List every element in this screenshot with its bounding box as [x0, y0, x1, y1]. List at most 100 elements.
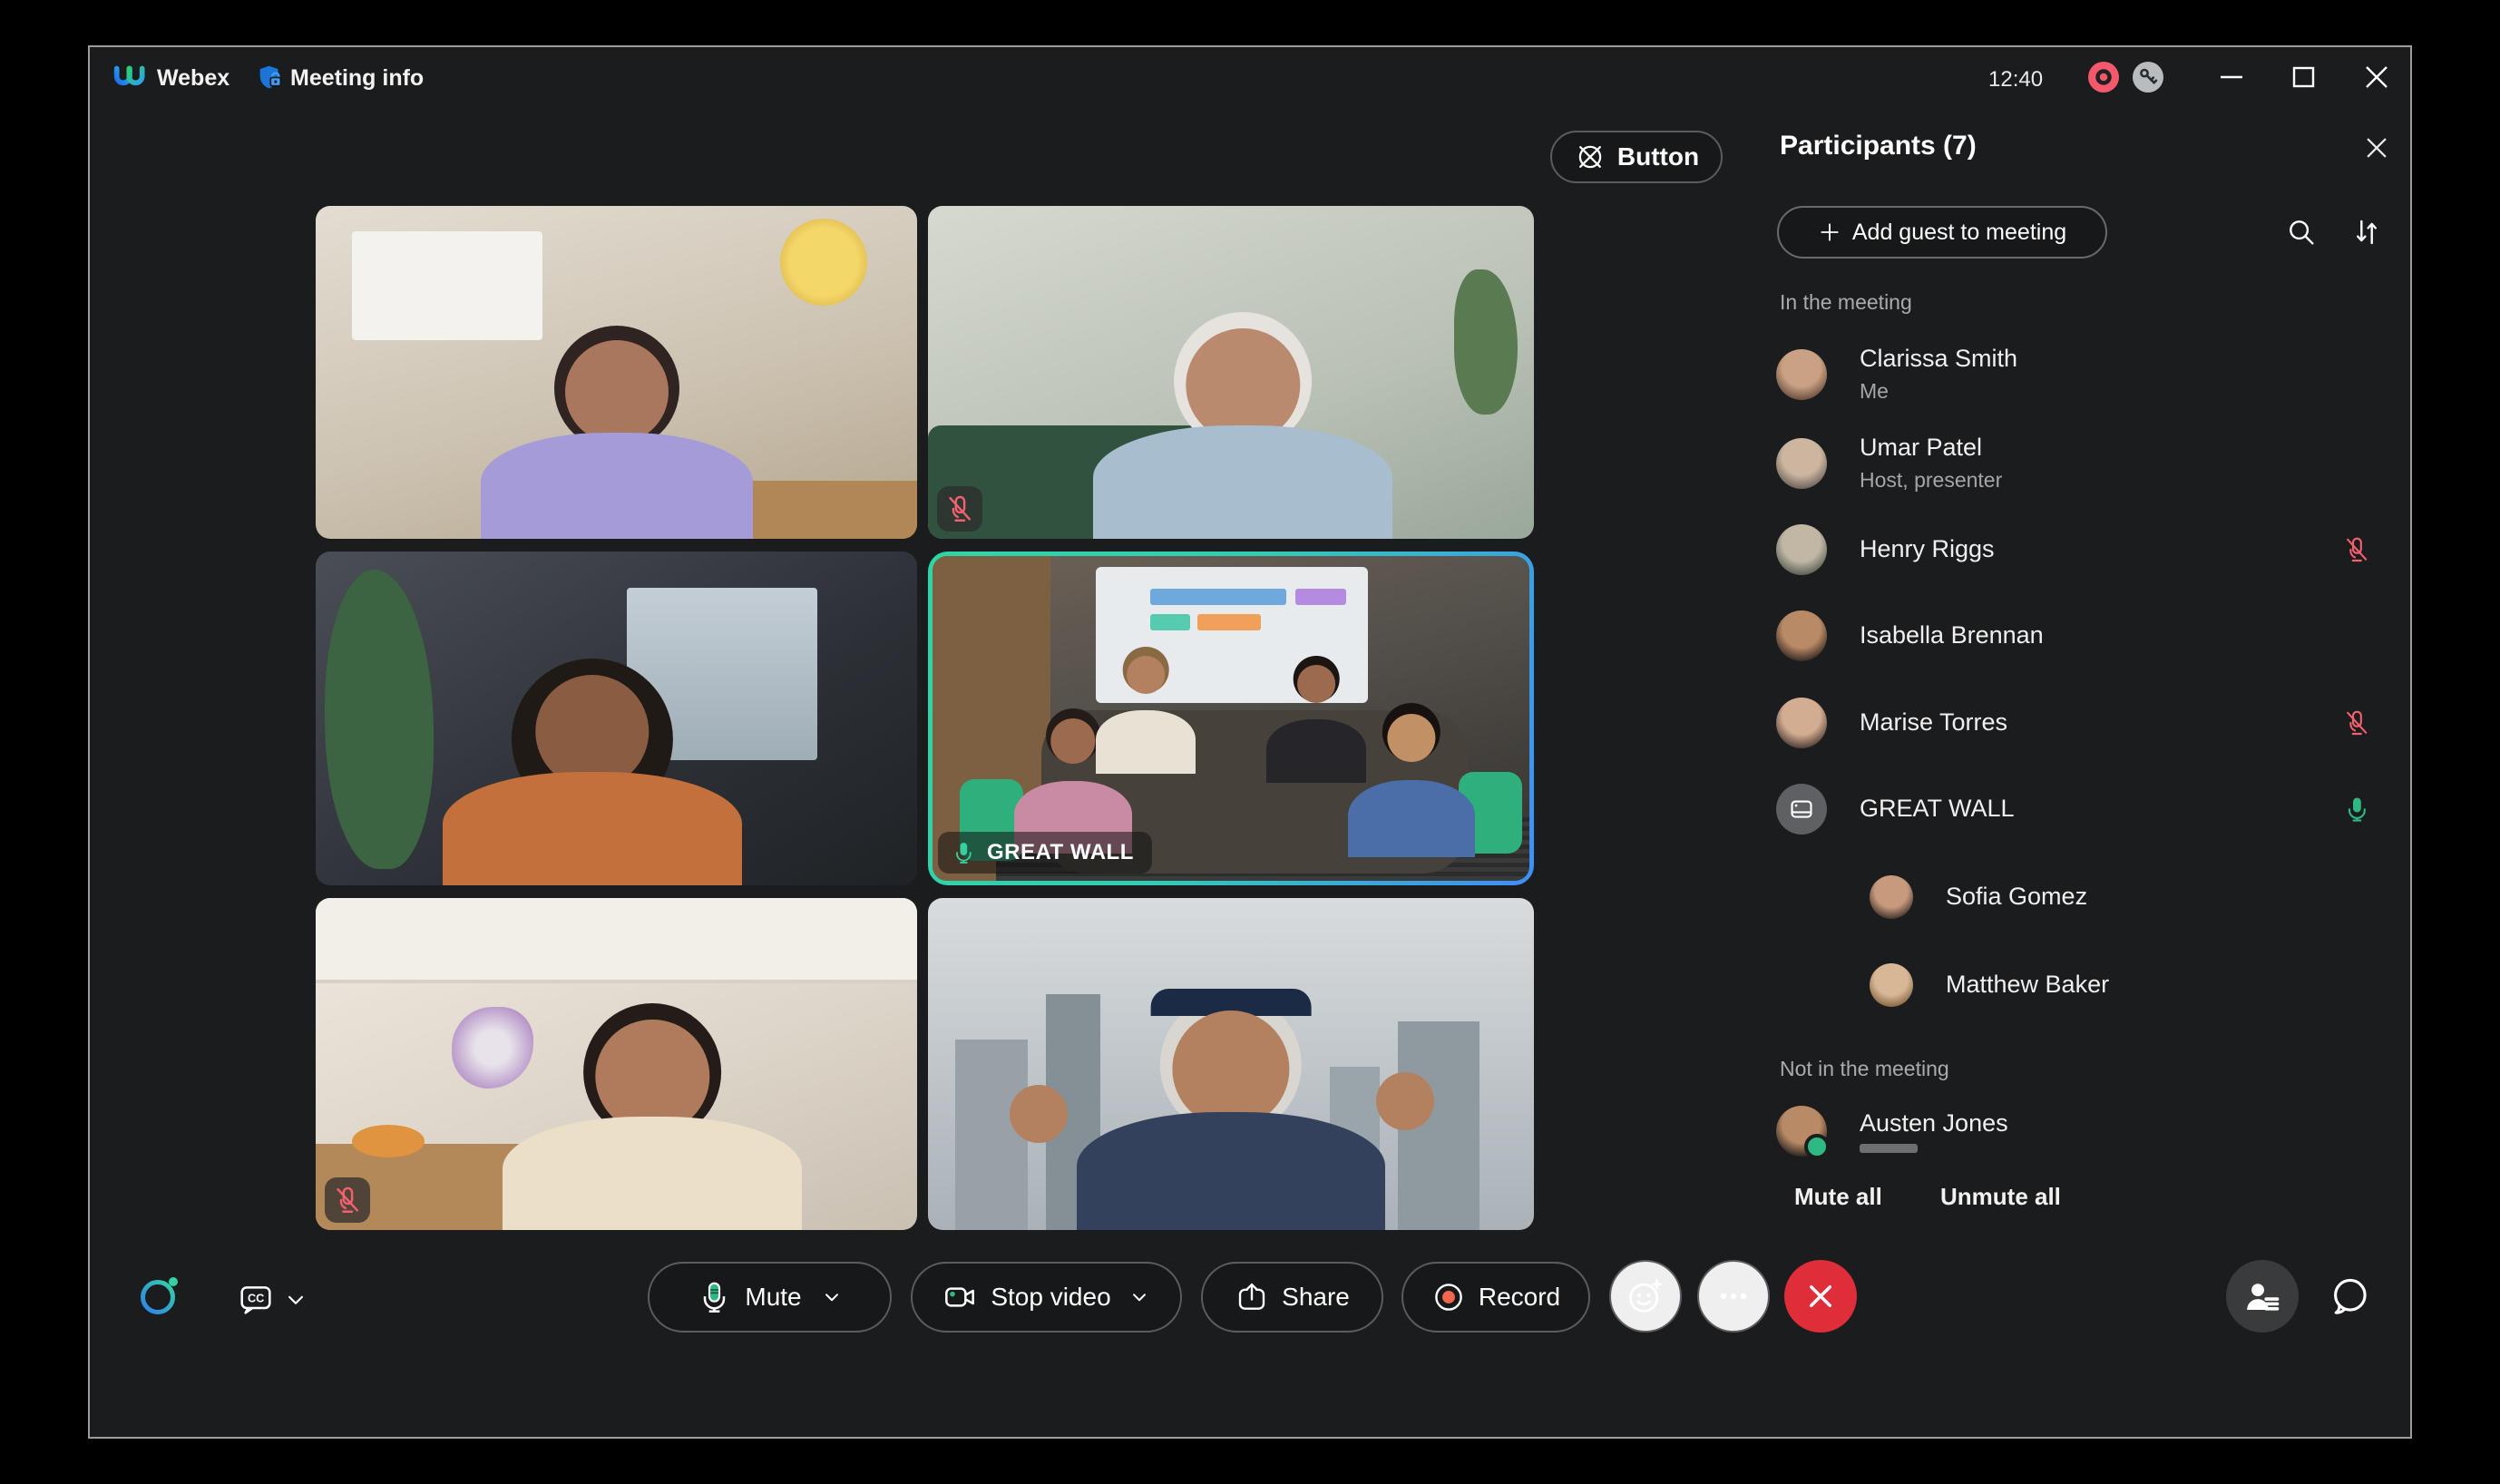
- webex-assistant-icon[interactable]: [138, 1274, 180, 1316]
- tile-muted-badge: [325, 1177, 370, 1223]
- building-decoration: [955, 1040, 1028, 1230]
- cc-chevron-down-icon[interactable]: [282, 1286, 309, 1313]
- participant-row-isabella[interactable]: Isabella Brennan: [1776, 592, 2415, 679]
- participant-row-marise[interactable]: Marise Torres: [1776, 679, 2415, 766]
- video-tile-great-wall[interactable]: GREAT WALL: [933, 556, 1529, 881]
- avatar: [1870, 875, 1913, 919]
- mic-level-icon: [696, 1279, 732, 1315]
- reactions-button[interactable]: [1609, 1260, 1682, 1333]
- meeting-info-label[interactable]: Meeting info: [290, 65, 424, 92]
- person-silhouette: [443, 659, 742, 885]
- torso: [1348, 780, 1475, 857]
- video-tile-6[interactable]: [928, 898, 1534, 1230]
- unmute-all-button[interactable]: Unmute all: [1940, 1183, 2061, 1211]
- participant-row-clarissa[interactable]: Clarissa Smith Me: [1776, 331, 2415, 417]
- whiteboard-decoration: [352, 231, 542, 340]
- participants-panel-title: Participants (7): [1780, 131, 1977, 161]
- device-avatar: [1776, 784, 1827, 835]
- avatar: [1776, 438, 1827, 489]
- hand-decoration: [1010, 1085, 1068, 1143]
- chevron-down-icon: [1128, 1285, 1151, 1309]
- recording-indicator-icon: [2086, 60, 2121, 94]
- participant-name: Umar Patel: [1860, 434, 2002, 462]
- video-tile-1[interactable]: [316, 206, 917, 539]
- screen-bar: [1197, 614, 1261, 630]
- video-tile-3[interactable]: [316, 552, 917, 885]
- share-icon: [1235, 1280, 1269, 1314]
- mini-person: [1096, 647, 1196, 774]
- stop-video-button[interactable]: Stop video: [911, 1262, 1182, 1333]
- participant-name: Isabella Brennan: [1860, 621, 2044, 649]
- hand-decoration: [1376, 1072, 1434, 1130]
- mute-button[interactable]: Mute: [648, 1262, 892, 1333]
- record-button[interactable]: Record: [1401, 1262, 1590, 1333]
- minimize-button[interactable]: [2206, 54, 2257, 101]
- add-guest-button[interactable]: Add guest to meeting: [1777, 206, 2107, 259]
- participant-row-sofia[interactable]: Sofia Gomez: [1776, 854, 2415, 940]
- screen-bar: [1150, 589, 1286, 605]
- sort-participants-icon[interactable]: [2350, 216, 2383, 249]
- head: [1172, 1010, 1289, 1128]
- head: [565, 340, 669, 444]
- desk-decoration: [736, 481, 917, 539]
- mic-muted-icon: [2342, 708, 2371, 737]
- fruit-bowl-decoration: [352, 1125, 425, 1157]
- head: [1387, 714, 1435, 762]
- participant-name: GREAT WALL: [1860, 795, 2015, 823]
- share-button[interactable]: Share: [1201, 1262, 1383, 1333]
- torso: [503, 1117, 802, 1230]
- cc-text: CC: [248, 1293, 264, 1305]
- participant-name: Clarissa Smith: [1860, 345, 2017, 373]
- mic-on-icon: [951, 840, 976, 865]
- participants-panel-button[interactable]: [2226, 1260, 2299, 1333]
- leave-meeting-button[interactable]: [1784, 1260, 1857, 1333]
- add-guest-label: Add guest to meeting: [1852, 220, 2066, 246]
- close-panel-button[interactable]: [2361, 132, 2392, 163]
- video-tile-2[interactable]: [928, 206, 1534, 539]
- active-tile-label: GREAT WALL: [938, 832, 1152, 874]
- head: [1127, 656, 1165, 694]
- avatar: [1776, 1106, 1827, 1157]
- participant-row-umar[interactable]: Umar Patel Host, presenter: [1776, 420, 2415, 506]
- app-title: Webex: [157, 65, 229, 92]
- avatar: [1870, 963, 1913, 1007]
- stop-video-label: Stop video: [991, 1283, 1110, 1312]
- stage-button[interactable]: Button: [1550, 131, 1723, 183]
- participant-row-great-wall[interactable]: GREAT WALL: [1776, 766, 2415, 852]
- participant-name: Matthew Baker: [1946, 971, 2109, 999]
- record-label: Record: [1479, 1283, 1560, 1312]
- head: [1297, 665, 1335, 703]
- active-tile-name: GREAT WALL: [987, 840, 1134, 865]
- cabinet-decoration: [316, 898, 917, 983]
- more-options-button[interactable]: [1697, 1260, 1770, 1333]
- participant-row-henry[interactable]: Henry Riggs: [1776, 506, 2415, 592]
- avatar: [1776, 698, 1827, 748]
- screen-bar: [1150, 614, 1190, 630]
- section-in-meeting: In the meeting: [1780, 290, 1912, 315]
- mic-on-icon: [2342, 795, 2371, 824]
- plus-icon: [1818, 220, 1841, 244]
- clipped-subtitle: [1860, 1144, 1918, 1153]
- mute-all-button[interactable]: Mute all: [1794, 1183, 1882, 1211]
- person-silhouette: [503, 1003, 802, 1230]
- torso: [1096, 710, 1196, 774]
- chat-panel-button[interactable]: [2327, 1274, 2372, 1319]
- participant-row-matthew[interactable]: Matthew Baker: [1776, 942, 2415, 1028]
- closed-captions-icon[interactable]: CC: [238, 1281, 274, 1317]
- video-tile-5[interactable]: [316, 898, 917, 1230]
- section-not-in-meeting: Not in the meeting: [1780, 1057, 1949, 1081]
- mini-person: [1348, 703, 1475, 857]
- plant-decoration: [325, 570, 434, 869]
- participant-name: Sofia Gomez: [1946, 883, 2087, 911]
- person-silhouette: [481, 326, 753, 539]
- close-window-button[interactable]: [2351, 54, 2402, 101]
- camera-icon: [942, 1279, 978, 1315]
- webex-meeting-window: Webex Meeting info 12:40: [88, 45, 2412, 1439]
- search-participants-icon[interactable]: [2285, 216, 2318, 249]
- share-label: Share: [1282, 1283, 1350, 1312]
- maximize-button[interactable]: [2279, 54, 2329, 101]
- participant-name: Austen Jones: [1860, 1109, 2008, 1137]
- screen-bar: [1295, 589, 1346, 605]
- participant-row-austen[interactable]: Austen Jones: [1776, 1095, 2415, 1167]
- torso: [1077, 1112, 1385, 1230]
